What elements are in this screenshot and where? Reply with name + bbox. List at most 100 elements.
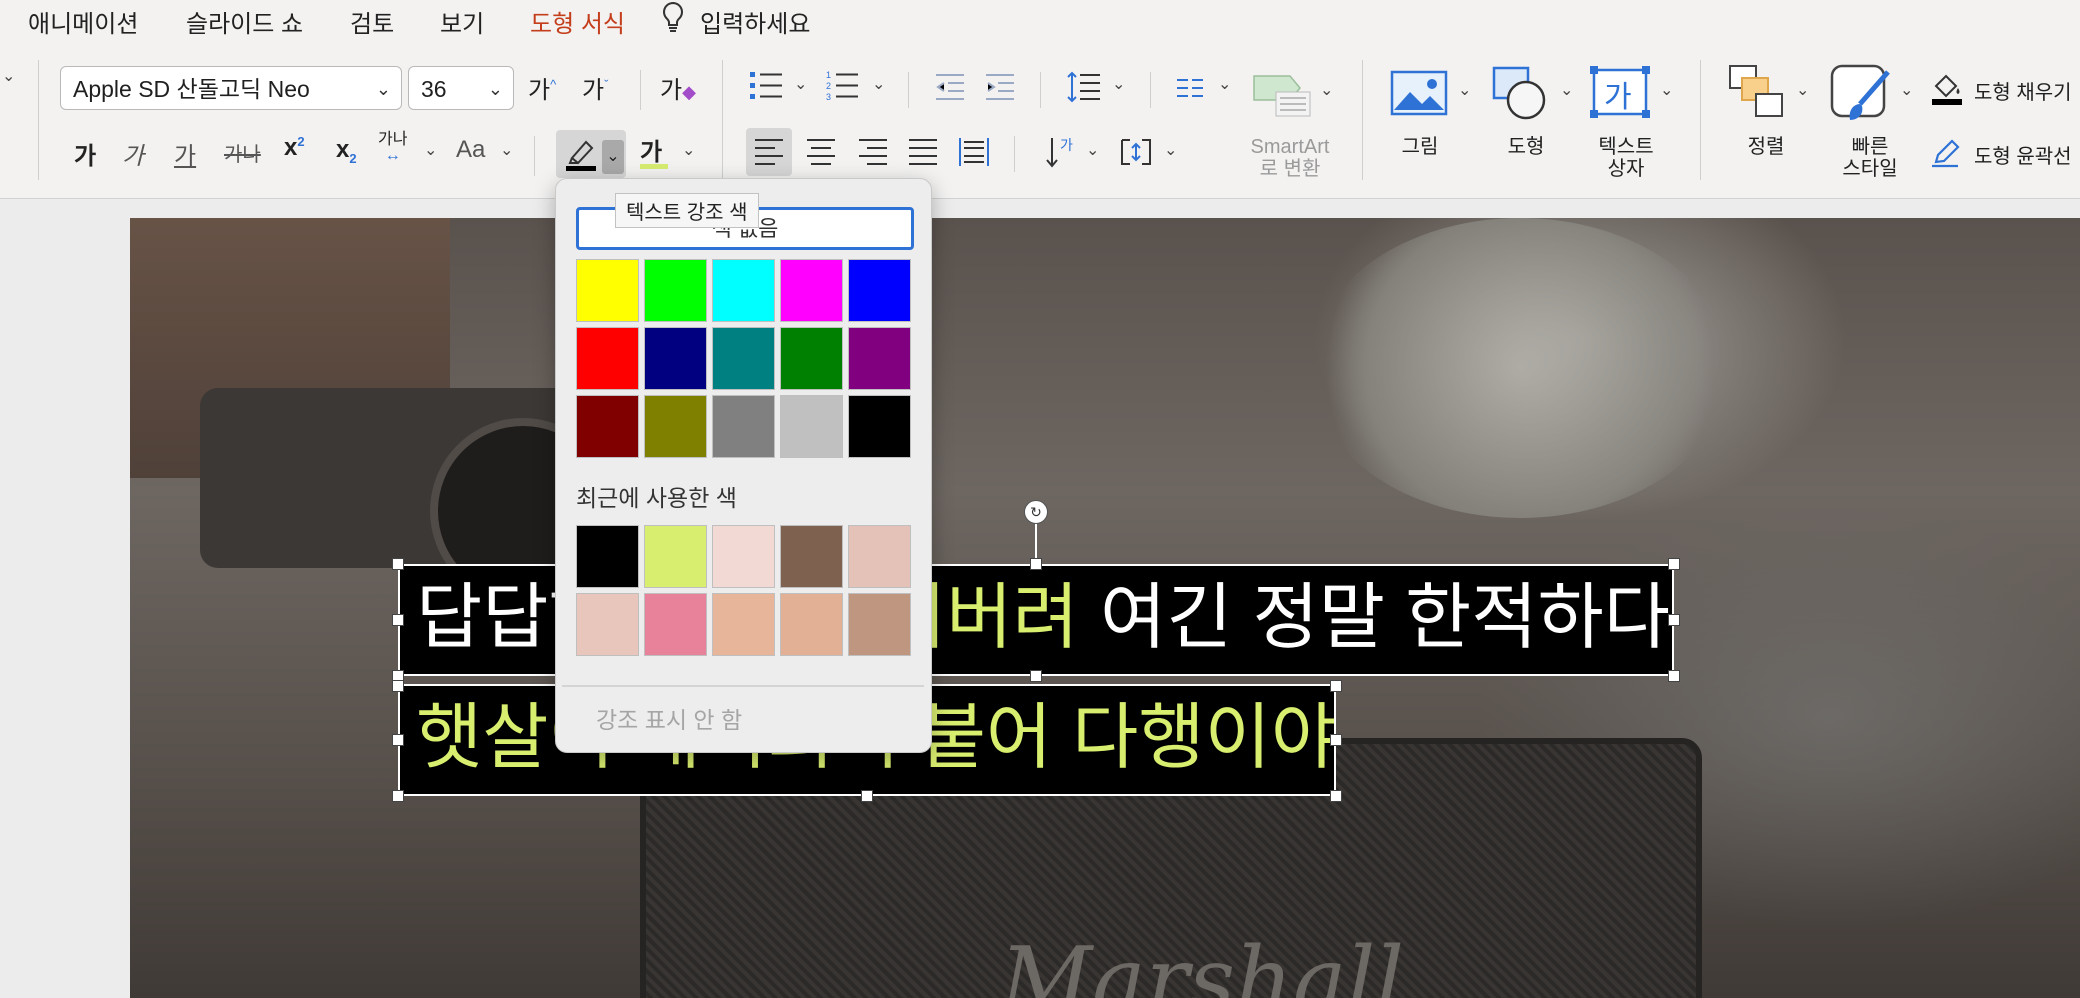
align-center-icon[interactable] <box>806 138 836 171</box>
increase-indent-icon[interactable] <box>984 72 1016 107</box>
grow-font-button[interactable]: 가^ <box>528 70 556 105</box>
tab-review[interactable]: 검토 <box>350 4 394 39</box>
resize-handle[interactable] <box>392 614 404 626</box>
recent-color-swatch[interactable] <box>780 593 843 656</box>
strikethrough-button[interactable]: 가나 <box>224 138 261 167</box>
resize-handle[interactable] <box>861 790 873 802</box>
columns-icon[interactable] <box>1176 76 1204 105</box>
textbox-button-label[interactable]: 텍스트 상자 <box>1586 136 1666 180</box>
resize-handle[interactable] <box>1330 734 1342 746</box>
shapes-icon[interactable] <box>1490 64 1550 127</box>
recent-color-swatch[interactable] <box>712 525 775 588</box>
resize-handle[interactable] <box>392 734 404 746</box>
font-size-dropdown[interactable]: 36 ⌄ <box>408 66 514 110</box>
smartart-icon[interactable] <box>1252 70 1312 123</box>
recent-color-swatch[interactable] <box>712 593 775 656</box>
tab-view[interactable]: 보기 <box>440 4 484 39</box>
clear-format-button[interactable]: 가◆ <box>660 70 696 105</box>
recent-color-swatch[interactable] <box>848 525 911 588</box>
line-spacing-icon[interactable] <box>1066 70 1102 109</box>
text-direction-icon[interactable]: 가 <box>1044 134 1076 175</box>
chevron-down-icon[interactable]: ⌄ <box>682 140 695 160</box>
chevron-down-icon[interactable]: ⌄ <box>1320 80 1333 100</box>
align-left-button[interactable] <box>746 128 792 176</box>
tell-me-search[interactable]: 입력하세요 <box>700 4 810 39</box>
color-swatch[interactable] <box>712 259 775 322</box>
highlight-color-button[interactable]: ⌄ <box>556 130 626 178</box>
color-swatch[interactable] <box>848 327 911 390</box>
color-swatch[interactable] <box>644 259 707 322</box>
resize-handle[interactable] <box>1330 680 1342 692</box>
chevron-down-icon[interactable]: ⌄ <box>794 74 807 94</box>
color-swatch[interactable] <box>576 395 639 458</box>
change-case-button[interactable]: Aa <box>456 136 485 164</box>
recent-color-swatch[interactable] <box>780 525 843 588</box>
chevron-down-icon[interactable]: ⌄ <box>602 140 624 174</box>
subscript-button[interactable]: x2 <box>336 136 357 166</box>
chevron-down-icon[interactable]: ⌄ <box>2 66 15 86</box>
resize-handle[interactable] <box>392 790 404 802</box>
underline-button[interactable]: 가 <box>174 136 196 171</box>
color-swatch[interactable] <box>848 259 911 322</box>
chevron-down-icon[interactable]: ⌄ <box>1560 80 1573 100</box>
numbering-icon[interactable]: 123 <box>826 70 860 107</box>
smartart-button-label[interactable]: SmartArt 로 변환 <box>1244 136 1336 180</box>
italic-button[interactable]: 가 <box>122 136 144 171</box>
textbox-icon[interactable]: 가 <box>1590 66 1650 123</box>
chevron-down-icon[interactable]: ⌄ <box>1900 80 1913 100</box>
no-highlight-option[interactable]: 강조 표시 안 함 <box>596 701 742 735</box>
resize-handle[interactable] <box>1668 614 1680 626</box>
chevron-down-icon[interactable]: ⌄ <box>1796 80 1809 100</box>
chevron-down-icon[interactable]: ⌄ <box>1086 140 1099 160</box>
slide[interactable]: Marshall 답답하 쳐버려 여긴 정말 한적하다 햇살이 내리쬐어 붙어 … <box>130 218 2080 998</box>
pen-outline-icon[interactable] <box>1930 138 1962 175</box>
color-swatch[interactable] <box>780 259 843 322</box>
quick-styles-button-label[interactable]: 빠른 스타일 <box>1830 136 1910 180</box>
font-name-dropdown[interactable]: Apple SD 산돌고딕 Neo ⌄ <box>60 66 402 110</box>
arrange-button-label[interactable]: 정렬 <box>1726 136 1806 158</box>
recent-color-swatch[interactable] <box>576 593 639 656</box>
color-swatch[interactable] <box>644 395 707 458</box>
chevron-down-icon[interactable]: ⌄ <box>1164 140 1177 160</box>
shrink-font-button[interactable]: 가ˇ <box>582 70 608 105</box>
resize-handle[interactable] <box>1668 670 1680 682</box>
chevron-down-icon[interactable]: ⌄ <box>1458 80 1471 100</box>
recent-color-swatch[interactable] <box>644 593 707 656</box>
bold-button[interactable]: 가 <box>74 136 96 171</box>
color-swatch[interactable] <box>848 395 911 458</box>
chevron-down-icon[interactable]: ⌄ <box>1660 80 1673 100</box>
justify-icon[interactable] <box>908 138 938 171</box>
resize-handle[interactable] <box>392 680 404 692</box>
shape-button-label[interactable]: 도형 <box>1486 136 1566 158</box>
shape-fill-button[interactable]: 도형 채우기 <box>1974 76 2072 105</box>
quick-styles-icon[interactable] <box>1830 64 1894 129</box>
char-spacing-button[interactable]: 가나 ↔ <box>378 132 407 164</box>
chevron-down-icon[interactable]: ⌄ <box>424 140 437 160</box>
color-swatch[interactable] <box>712 395 775 458</box>
distributed-icon[interactable] <box>958 136 990 173</box>
paint-bucket-icon[interactable] <box>1930 72 1964 111</box>
resize-handle[interactable] <box>1330 790 1342 802</box>
resize-handle[interactable] <box>1668 558 1680 570</box>
color-swatch[interactable] <box>576 327 639 390</box>
tab-shape-format[interactable]: 도형 서식 <box>530 4 625 39</box>
picture-icon[interactable] <box>1390 68 1448 123</box>
color-swatch[interactable] <box>712 327 775 390</box>
bullets-icon[interactable] <box>750 70 784 107</box>
recent-color-swatch[interactable] <box>576 525 639 588</box>
chevron-down-icon[interactable]: ⌄ <box>1112 74 1125 94</box>
recent-color-swatch[interactable] <box>644 525 707 588</box>
tab-slideshow[interactable]: 슬라이드 쇼 <box>186 4 303 39</box>
resize-handle[interactable] <box>392 558 404 570</box>
rotate-handle-icon[interactable]: ↻ <box>1024 500 1048 524</box>
superscript-button[interactable]: x2 <box>284 134 305 162</box>
shape-outline-button[interactable]: 도형 윤곽선 <box>1974 140 2072 169</box>
color-swatch[interactable] <box>644 327 707 390</box>
align-text-icon[interactable] <box>1118 136 1154 173</box>
color-swatch[interactable] <box>780 327 843 390</box>
resize-handle[interactable] <box>1030 670 1042 682</box>
chevron-down-icon[interactable]: ⌄ <box>872 74 885 94</box>
font-color-button[interactable]: 가 <box>640 132 662 167</box>
resize-handle[interactable] <box>1030 558 1042 570</box>
arrange-icon[interactable] <box>1728 64 1788 127</box>
